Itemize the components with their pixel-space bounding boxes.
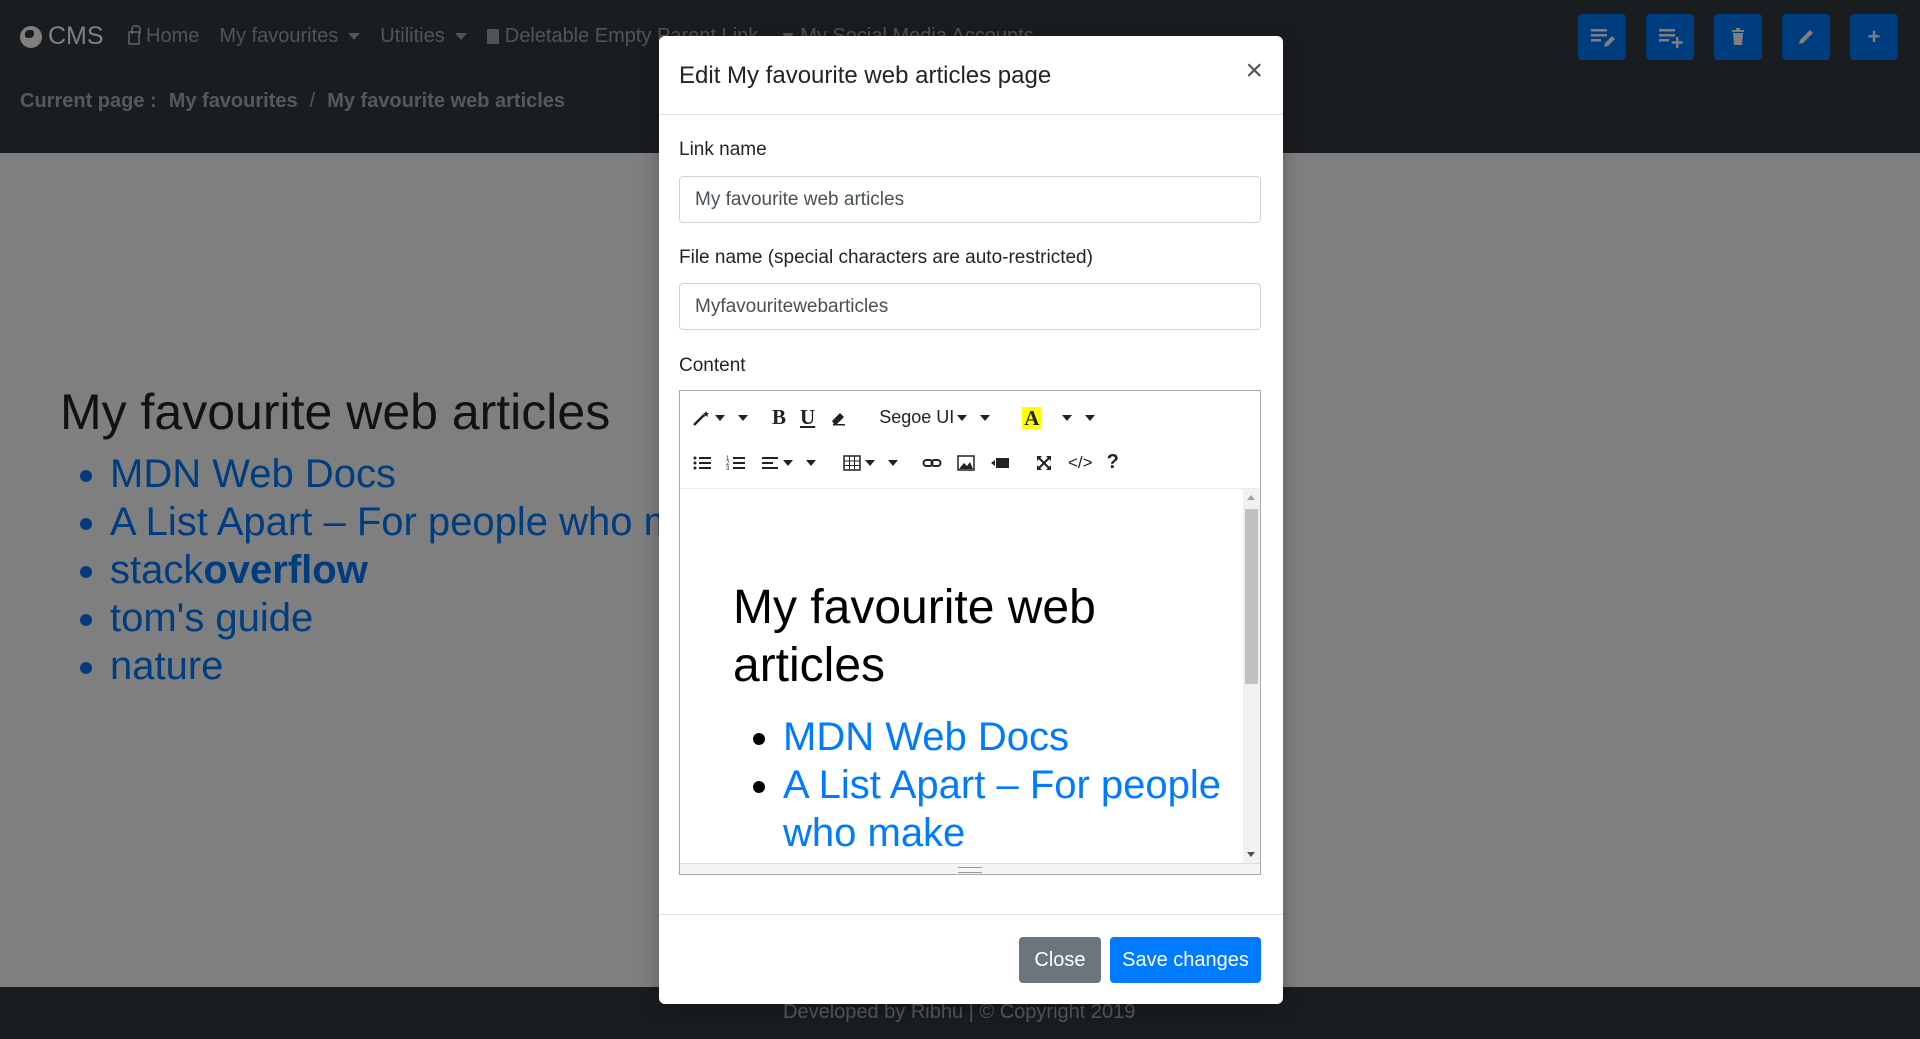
scroll-up-arrow-icon[interactable] xyxy=(1247,495,1255,500)
edit-page-modal: Edit My favourite web articles page × Li… xyxy=(659,36,1283,1004)
editor-resize-handle[interactable] xyxy=(680,863,1260,874)
svg-text:3: 3 xyxy=(726,466,730,472)
chevron-down-icon xyxy=(1062,414,1073,421)
chevron-down-icon xyxy=(980,414,991,421)
close-icon[interactable]: × xyxy=(1245,56,1263,86)
video-icon[interactable] xyxy=(990,454,1010,472)
magic-wand-icon xyxy=(693,410,709,426)
content-label: Content xyxy=(679,355,746,376)
code-view-button[interactable]: </> xyxy=(1068,453,1093,473)
close-button[interactable]: Close xyxy=(1019,937,1101,983)
link-icon[interactable] xyxy=(922,454,942,472)
link-name-input[interactable] xyxy=(679,176,1261,223)
list-item: A List Apart – For people who make xyxy=(783,761,1223,857)
list-item: MDN Web Docs xyxy=(783,713,1223,761)
file-name-label: File name (special characters are auto-r… xyxy=(679,247,1093,268)
font-family-value: Segoe UI xyxy=(879,407,955,427)
scroll-down-arrow-icon[interactable] xyxy=(1247,852,1255,857)
unordered-list-icon[interactable] xyxy=(692,454,712,472)
underline-button[interactable]: U xyxy=(800,405,815,430)
editor-heading: My favourite web articles xyxy=(733,581,1096,692)
chevron-down-icon xyxy=(865,459,875,466)
align-left-icon xyxy=(762,456,778,469)
chevron-down-icon xyxy=(957,414,968,421)
modal-header: Edit My favourite web articles page × xyxy=(659,36,1283,115)
image-icon[interactable] xyxy=(956,454,976,472)
help-button[interactable]: ? xyxy=(1107,451,1119,474)
editor-list: MDN Web Docs A List Apart – For people w… xyxy=(783,713,1223,857)
editor-scrollbar[interactable] xyxy=(1243,489,1260,863)
rich-text-editor: B U Segoe UI A 123 </> ? My favourite we… xyxy=(679,390,1261,875)
font-color-dropdown[interactable]: A xyxy=(1022,405,1096,430)
eraser-icon[interactable] xyxy=(829,409,849,427)
bold-button[interactable]: B xyxy=(772,405,786,430)
modal-title: Edit My favourite web articles page xyxy=(679,62,1052,89)
font-color-icon: A xyxy=(1022,405,1042,430)
scroll-thumb[interactable] xyxy=(1245,509,1258,684)
chevron-down-icon xyxy=(1085,414,1096,421)
link-name-label: Link name xyxy=(679,139,767,160)
chevron-down-icon xyxy=(715,414,725,421)
chevron-down-icon xyxy=(806,459,816,466)
chevron-down-icon xyxy=(738,414,748,421)
editor-toolbar: B U Segoe UI A 123 </> ? xyxy=(680,391,1260,489)
ordered-list-icon[interactable]: 123 xyxy=(726,454,746,472)
editor-content[interactable]: My favourite web articles MDN Web Docs A… xyxy=(680,489,1245,863)
paragraph-align-dropdown[interactable] xyxy=(760,454,816,472)
toolbar-row-2: 123 </> ? xyxy=(692,451,1119,474)
chevron-down-icon xyxy=(783,459,793,466)
style-dropdown[interactable] xyxy=(692,409,748,427)
font-family-dropdown[interactable]: Segoe UI xyxy=(879,407,991,428)
save-changes-button[interactable]: Save changes xyxy=(1110,937,1261,983)
toolbar-row-1: B U Segoe UI A xyxy=(692,405,1096,430)
file-name-input[interactable] xyxy=(679,283,1261,330)
chevron-down-icon xyxy=(888,459,898,466)
editor-link-a-list-apart[interactable]: A List Apart – For people who make xyxy=(783,763,1221,855)
fullscreen-icon[interactable] xyxy=(1034,454,1054,472)
table-dropdown[interactable] xyxy=(842,454,898,472)
table-icon xyxy=(843,454,861,471)
modal-footer: Close Save changes xyxy=(659,914,1283,1004)
editor-link-mdn[interactable]: MDN Web Docs xyxy=(783,715,1069,759)
